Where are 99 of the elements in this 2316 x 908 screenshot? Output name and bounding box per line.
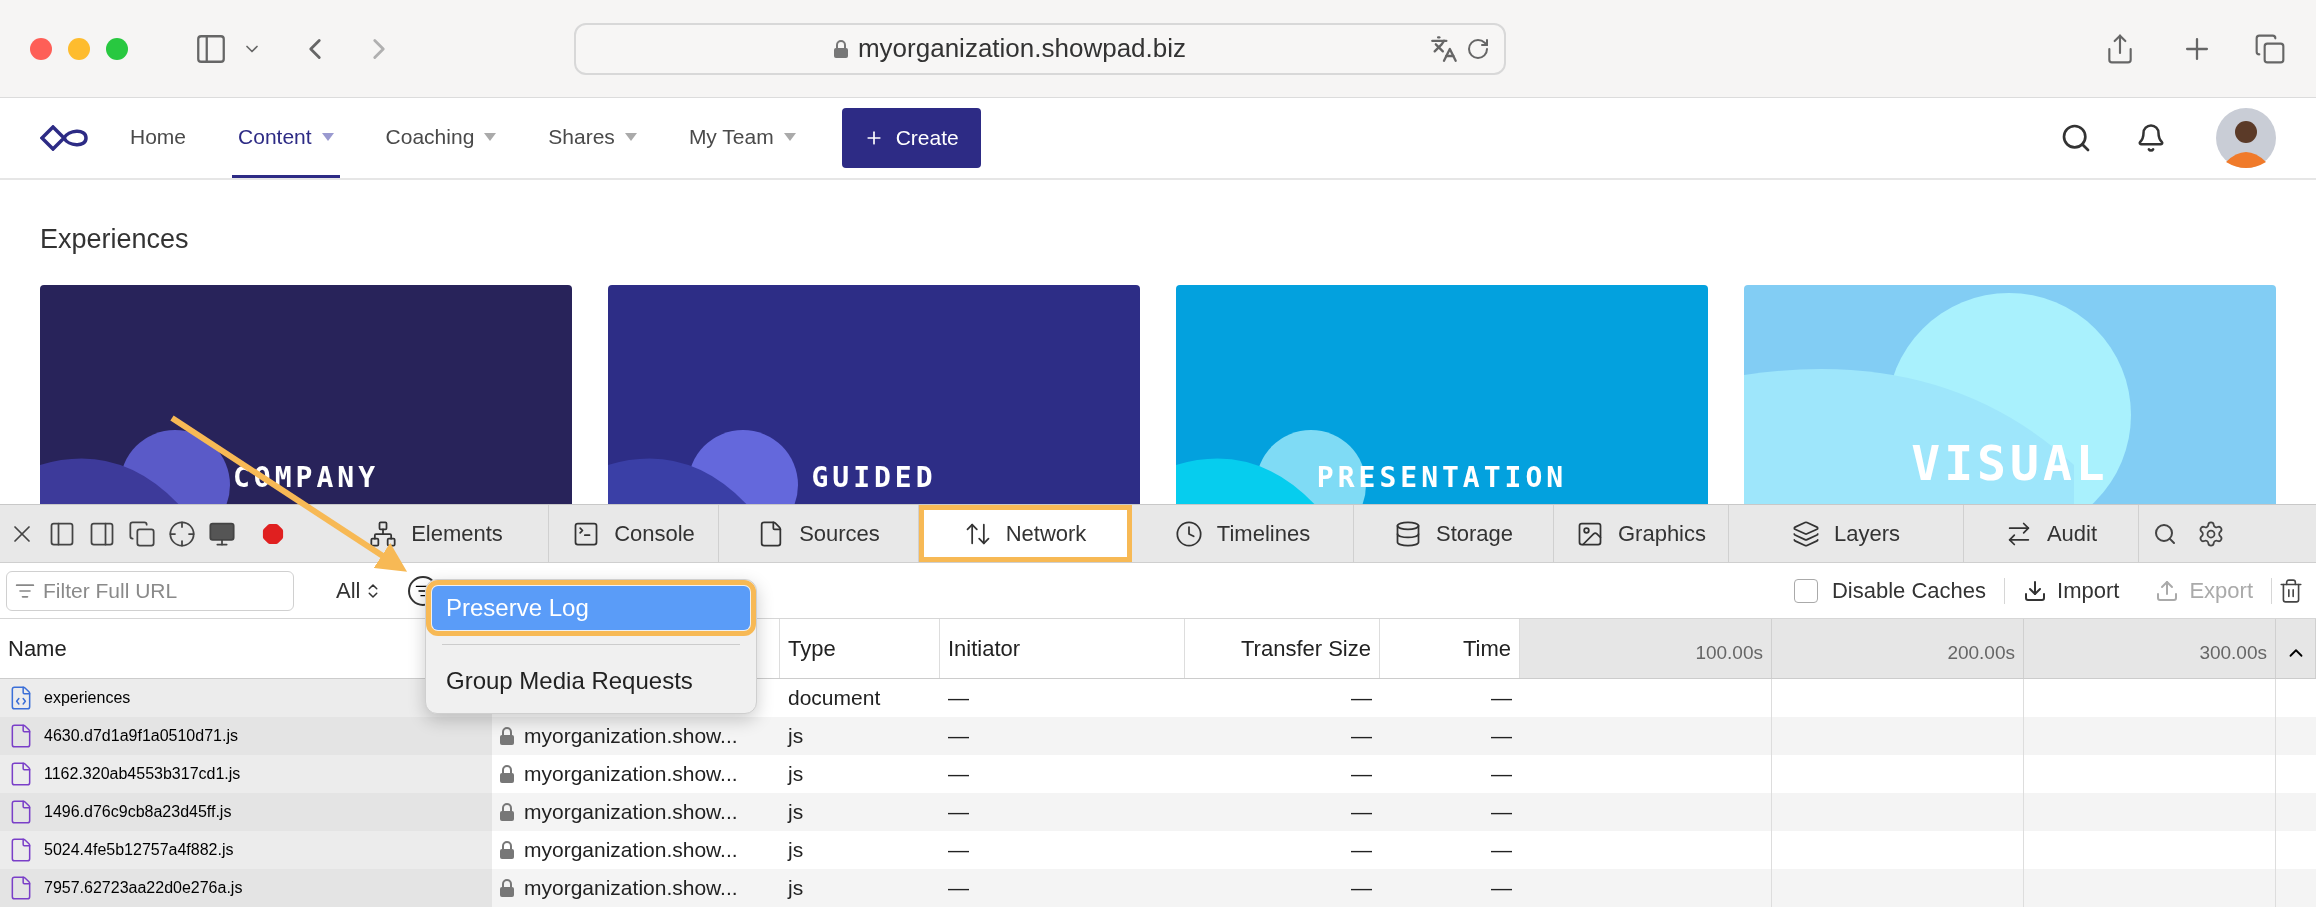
type-text: js bbox=[788, 724, 804, 748]
type-text: js bbox=[788, 762, 804, 786]
transfer-size-text: — bbox=[1351, 876, 1372, 900]
type-filter-select[interactable]: All bbox=[330, 576, 389, 605]
caret-icon bbox=[624, 132, 637, 141]
url-text: myorganization.showpad.biz bbox=[857, 33, 1187, 64]
bell-icon[interactable] bbox=[2136, 123, 2166, 153]
type-text: js bbox=[788, 838, 804, 862]
initiator-text: — bbox=[948, 686, 969, 710]
lock-icon bbox=[500, 879, 514, 897]
time-text: — bbox=[1491, 724, 1512, 748]
logo-icon[interactable] bbox=[40, 125, 88, 151]
transfer-size-text: — bbox=[1351, 838, 1372, 862]
transfer-size-text: — bbox=[1351, 800, 1372, 824]
nav-item[interactable]: Home bbox=[124, 98, 193, 178]
initiator-text: — bbox=[948, 838, 969, 862]
checkbox[interactable] bbox=[1793, 578, 1818, 603]
column-header[interactable]: Initiator bbox=[940, 619, 1185, 678]
transfer-size-text: — bbox=[1351, 762, 1372, 786]
file-name: 1496.d76c9cb8a23d45ff.js bbox=[44, 803, 232, 821]
file-name: 5024.4fe5b12757a4f882.js bbox=[44, 841, 234, 859]
clock-icon bbox=[1174, 519, 1203, 548]
time-text: — bbox=[1491, 800, 1512, 824]
lock-icon bbox=[500, 841, 514, 859]
initiator-text: — bbox=[948, 800, 969, 824]
domain-text: myorganization.show... bbox=[524, 800, 738, 824]
elements-icon bbox=[369, 519, 398, 548]
card-title: PRESENTATION bbox=[1315, 461, 1569, 494]
filter-field[interactable]: Filter Full URL bbox=[6, 570, 294, 611]
transfer-size-text: — bbox=[1351, 724, 1372, 748]
type-text: document bbox=[788, 686, 881, 710]
layers-icon bbox=[1791, 519, 1820, 548]
file-name: 7957.62723aa22d0e276a.js bbox=[44, 879, 243, 897]
upload-icon bbox=[2155, 578, 2180, 603]
column-header[interactable]: Type bbox=[780, 619, 940, 678]
initiator-text: — bbox=[948, 762, 969, 786]
address-bar[interactable]: myorganization.showpad.biz bbox=[574, 22, 1506, 75]
time-text: — bbox=[1491, 838, 1512, 862]
page-title: Experiences bbox=[40, 224, 189, 255]
windows-icon[interactable] bbox=[128, 519, 156, 548]
devtools-tab[interactable]: Layers bbox=[1729, 505, 1964, 562]
devtools-tab[interactable]: Graphics bbox=[1554, 505, 1729, 562]
crosshair-icon[interactable] bbox=[168, 519, 196, 548]
experience-card[interactable]: GUIDED bbox=[608, 285, 1140, 504]
initiator-text: — bbox=[948, 876, 969, 900]
lock-icon bbox=[500, 727, 514, 745]
type-text: js bbox=[788, 800, 804, 824]
timeline-tick: 100.00s bbox=[1695, 642, 1763, 664]
table-row[interactable]: 7957.62723aa22d0e276a.js myorganization.show... js — — — bbox=[0, 869, 2316, 907]
avatar[interactable] bbox=[2216, 108, 2276, 168]
settings-icon[interactable] bbox=[2197, 519, 2225, 548]
timeline-tick: 200.00s bbox=[1947, 642, 2015, 664]
error-icon[interactable] bbox=[262, 522, 284, 545]
devtools-tab[interactable]: Network bbox=[919, 505, 1132, 562]
column-header[interactable]: Transfer Size bbox=[1185, 619, 1380, 678]
file-name: 4630.d7d1a9f1a0510d71.js bbox=[44, 727, 238, 745]
domain-text: myorganization.show... bbox=[524, 838, 738, 862]
translate-icon[interactable] bbox=[1430, 34, 1458, 63]
transfer-size-text: — bbox=[1351, 686, 1372, 710]
lock-icon bbox=[500, 765, 514, 783]
time-text: — bbox=[1491, 686, 1512, 710]
download-icon bbox=[2023, 578, 2048, 603]
disable-caches-checkbox[interactable]: Disable Caches bbox=[1793, 577, 2006, 604]
lock-icon bbox=[833, 39, 848, 58]
devtools-tab[interactable]: Timelines bbox=[1132, 505, 1354, 562]
devtools-tab[interactable]: Elements bbox=[324, 505, 549, 562]
search-icon[interactable] bbox=[2153, 521, 2177, 546]
timeline-tick: 300.00s bbox=[2199, 642, 2267, 664]
caret-icon bbox=[783, 132, 796, 141]
type-text: js bbox=[788, 876, 804, 900]
time-text: — bbox=[1491, 762, 1512, 786]
tabs-icon[interactable] bbox=[2254, 32, 2286, 65]
file-name: experiences bbox=[44, 689, 131, 707]
devtools-tab[interactable]: Console bbox=[549, 505, 719, 562]
caret-icon bbox=[484, 132, 497, 141]
domain-text: myorganization.show... bbox=[524, 724, 738, 748]
lock-icon bbox=[500, 803, 514, 821]
file-name: 1162.320ab4553b317cd1.js bbox=[44, 765, 241, 783]
initiator-text: — bbox=[948, 724, 969, 748]
nav-item[interactable]: Content bbox=[232, 98, 340, 178]
domain-text: myorganization.show... bbox=[524, 876, 738, 900]
domain-text: myorganization.show... bbox=[524, 762, 738, 786]
create-button[interactable]: Create bbox=[841, 108, 981, 168]
reload-icon[interactable] bbox=[1466, 36, 1490, 61]
caret-icon bbox=[321, 132, 334, 141]
devtools-tab[interactable]: Storage bbox=[1354, 505, 1554, 562]
search-icon[interactable] bbox=[2060, 122, 2092, 154]
close-button[interactable] bbox=[30, 37, 52, 60]
devtools-tab[interactable]: Audit bbox=[1964, 505, 2139, 562]
nav-item[interactable]: Shares bbox=[542, 98, 643, 178]
table-row[interactable]: 4630.d7d1a9f1a0510d71.js myorganization.show... js — — — bbox=[0, 717, 2316, 755]
card-title: GUIDED bbox=[810, 461, 938, 494]
nav-item[interactable]: Coaching bbox=[379, 98, 503, 178]
time-text: — bbox=[1491, 876, 1512, 900]
table-row[interactable]: 1496.d76c9cb8a23d45ff.js myorganization.show... js — — — bbox=[0, 793, 2316, 831]
clear-icon[interactable] bbox=[2278, 577, 2304, 604]
import-button[interactable]: Import bbox=[2005, 577, 2138, 604]
nav-item[interactable]: My Team bbox=[682, 98, 802, 178]
card-title: VISUAL bbox=[1910, 435, 2110, 491]
